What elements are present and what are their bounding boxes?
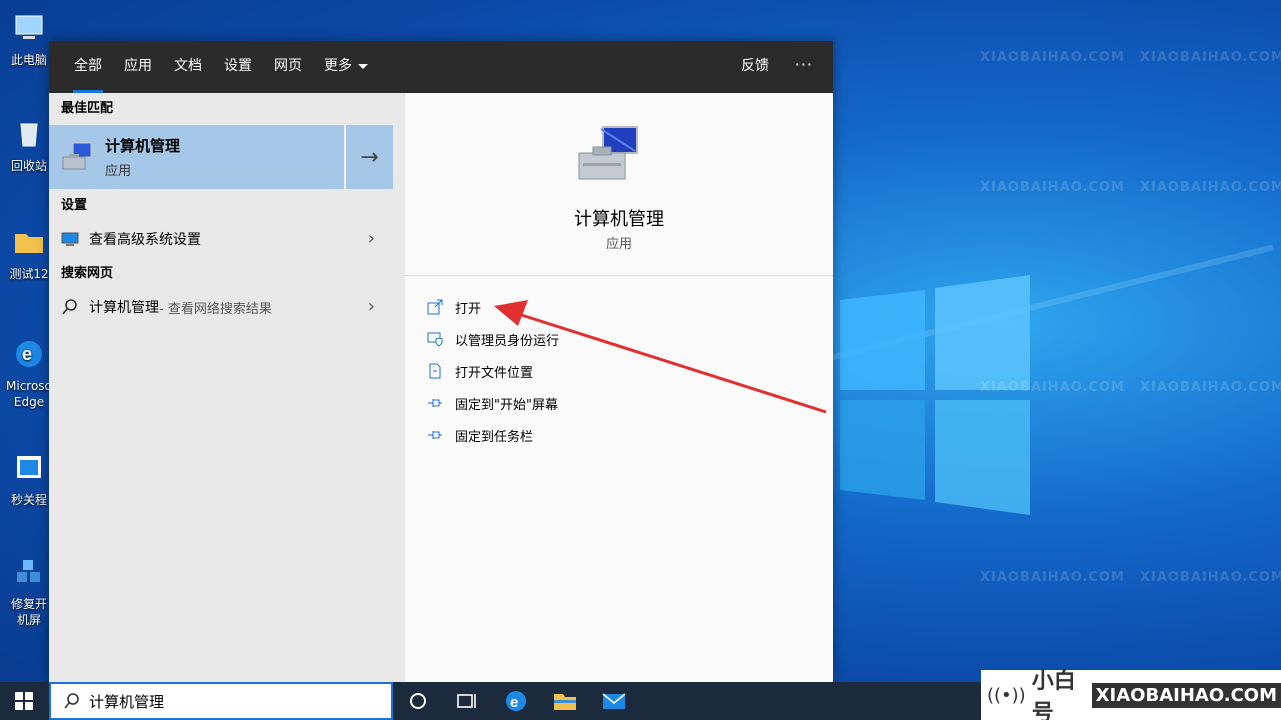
tab-more-label: 更多 bbox=[324, 58, 352, 74]
start-button[interactable] bbox=[0, 682, 48, 720]
detail-title: 计算机管理 bbox=[574, 209, 664, 230]
watermark: XIAOBAIHAO.COM bbox=[980, 380, 1125, 395]
tab-more[interactable]: 更多 bbox=[313, 41, 379, 93]
best-match-title: 计算机管理 bbox=[105, 137, 181, 155]
watermark: XIAOBAIHAO.COM bbox=[1140, 180, 1281, 195]
chevron-right-icon: › bbox=[367, 228, 375, 249]
signal-icon: ((•)) bbox=[987, 684, 1026, 706]
results-list: 最佳匹配 计算机管理 应用 → 设置 查看高级系统设置 › 搜索网页 计算机管理… bbox=[49, 93, 405, 682]
best-match-subtitle: 应用 bbox=[105, 164, 132, 179]
feedback-button[interactable]: 反馈 bbox=[741, 41, 769, 91]
action-pin-to-start[interactable]: 固定到"开始"屏幕 bbox=[427, 390, 558, 416]
watermark: XIAOBAIHAO.COM bbox=[1140, 570, 1281, 585]
desktop-icon-this-pc[interactable]: 此电脑 bbox=[6, 12, 52, 68]
search-icon bbox=[64, 693, 79, 709]
edge-icon[interactable]: e bbox=[502, 687, 530, 715]
best-match-expand-button[interactable]: → bbox=[344, 125, 393, 189]
web-search-header: 搜索网页 bbox=[61, 266, 114, 281]
detail-subtitle: 应用 bbox=[605, 237, 632, 252]
file-location-icon bbox=[429, 363, 441, 379]
computer-icon bbox=[15, 15, 43, 39]
watermark: XIAOBAIHAO.COM bbox=[1140, 50, 1281, 65]
search-tabs-bar: 全部 应用 文档 设置 网页 更多 反馈 ··· bbox=[49, 41, 833, 93]
cubes-icon bbox=[17, 560, 40, 582]
best-match-header: 最佳匹配 bbox=[61, 101, 114, 116]
watermark: XIAOBAIHAO.COM bbox=[980, 180, 1125, 195]
edge-icon: e bbox=[16, 341, 42, 367]
monitor-settings-icon bbox=[61, 232, 79, 246]
action-open-file-location[interactable]: 打开文件位置 bbox=[427, 358, 533, 384]
settings-result-label: 查看高级系统设置 bbox=[89, 232, 201, 248]
web-search-hint: - 查看网络搜索结果 bbox=[159, 301, 272, 317]
file-explorer-icon[interactable] bbox=[551, 687, 579, 715]
window-icon bbox=[17, 456, 41, 478]
brand-cn: 小白号 bbox=[1031, 669, 1076, 720]
web-search-result-item[interactable]: 计算机管理 - 查看网络搜索结果 › bbox=[49, 289, 393, 325]
folder-icon bbox=[15, 234, 43, 253]
action-label: 打开文件位置 bbox=[455, 365, 534, 381]
desktop-icon-shortcut[interactable]: 秒关程 bbox=[6, 452, 52, 508]
chevron-down-icon bbox=[358, 63, 368, 69]
divider bbox=[405, 275, 833, 276]
detail-pane: 计算机管理 应用 打开 以管理员身份运行 打开文件位置 固定到"开始"屏幕 固定… bbox=[405, 93, 833, 682]
desktop-icon-label: 测试12 bbox=[9, 267, 49, 281]
action-pin-to-taskbar[interactable]: 固定到任务栏 bbox=[427, 422, 533, 448]
desktop-icon-label: 此电脑 bbox=[10, 53, 47, 67]
windows-start-icon bbox=[15, 692, 33, 710]
action-label: 打开 bbox=[455, 301, 482, 317]
watermark: XIAOBAIHAO.COM bbox=[980, 50, 1125, 65]
search-icon bbox=[62, 299, 77, 315]
tab-apps[interactable]: 应用 bbox=[113, 41, 163, 93]
tab-web[interactable]: 网页 bbox=[263, 41, 313, 93]
svg-text:e: e bbox=[510, 694, 518, 711]
action-label: 固定到任务栏 bbox=[455, 429, 534, 445]
desktop-icon-label: Microsoft Edge bbox=[6, 379, 61, 409]
desktop-icon-label: 回收站 bbox=[10, 159, 47, 173]
action-run-as-admin[interactable]: 以管理员身份运行 bbox=[427, 326, 559, 352]
desktop-icon-edge[interactable]: e Microsoft Edge bbox=[6, 338, 61, 410]
taskbar-search-input[interactable]: 计算机管理 bbox=[49, 682, 393, 720]
computer-management-icon bbox=[578, 126, 638, 180]
pin-icon bbox=[428, 431, 442, 439]
watermark: XIAOBAIHAO.COM bbox=[980, 570, 1125, 585]
computer-management-icon bbox=[62, 142, 92, 170]
desktop-icon-repair[interactable]: 修复开机屏 bbox=[6, 556, 52, 628]
action-label: 固定到"开始"屏幕 bbox=[455, 397, 558, 413]
more-options-button[interactable]: ··· bbox=[795, 41, 813, 89]
mail-icon[interactable] bbox=[600, 687, 628, 715]
pin-icon bbox=[428, 399, 442, 407]
tab-all[interactable]: 全部 bbox=[63, 41, 113, 93]
chevron-right-icon: › bbox=[367, 296, 375, 317]
windows-logo-glow bbox=[840, 275, 1030, 515]
brand-en: XIAOBAIHAO.COM bbox=[1091, 682, 1281, 708]
task-view-icon[interactable] bbox=[452, 687, 480, 715]
search-input-value: 计算机管理 bbox=[89, 692, 165, 711]
open-icon bbox=[427, 299, 443, 315]
settings-result-item[interactable]: 查看高级系统设置 › bbox=[49, 221, 393, 257]
desktop-icon-label: 修复开机屏 bbox=[10, 597, 47, 627]
desktop-icon-folder[interactable]: 测试12 bbox=[6, 226, 52, 282]
start-search-panel: 全部 应用 文档 设置 网页 更多 反馈 ··· 最佳匹配 计算机管理 应用 →… bbox=[49, 41, 833, 682]
settings-header: 设置 bbox=[61, 198, 88, 213]
tab-settings[interactable]: 设置 bbox=[213, 41, 263, 93]
best-match-item[interactable]: 计算机管理 应用 bbox=[49, 125, 393, 189]
tab-documents[interactable]: 文档 bbox=[163, 41, 213, 93]
recycle-bin-icon bbox=[20, 123, 38, 147]
action-open[interactable]: 打开 bbox=[427, 294, 481, 320]
web-search-query: 计算机管理 bbox=[89, 300, 159, 316]
action-label: 以管理员身份运行 bbox=[455, 333, 560, 349]
watermark: XIAOBAIHAO.COM bbox=[1140, 380, 1281, 395]
desktop-icon-recycle-bin[interactable]: 回收站 bbox=[6, 118, 52, 174]
desktop-icon-label: 秒关程 bbox=[10, 493, 47, 507]
cortana-icon[interactable] bbox=[404, 687, 432, 715]
site-watermark: ((•)) 小白号 XIAOBAIHAO.COM bbox=[981, 669, 1281, 720]
shield-icon bbox=[427, 332, 443, 347]
svg-text:e: e bbox=[22, 344, 32, 364]
arrow-right-icon: → bbox=[360, 144, 379, 170]
